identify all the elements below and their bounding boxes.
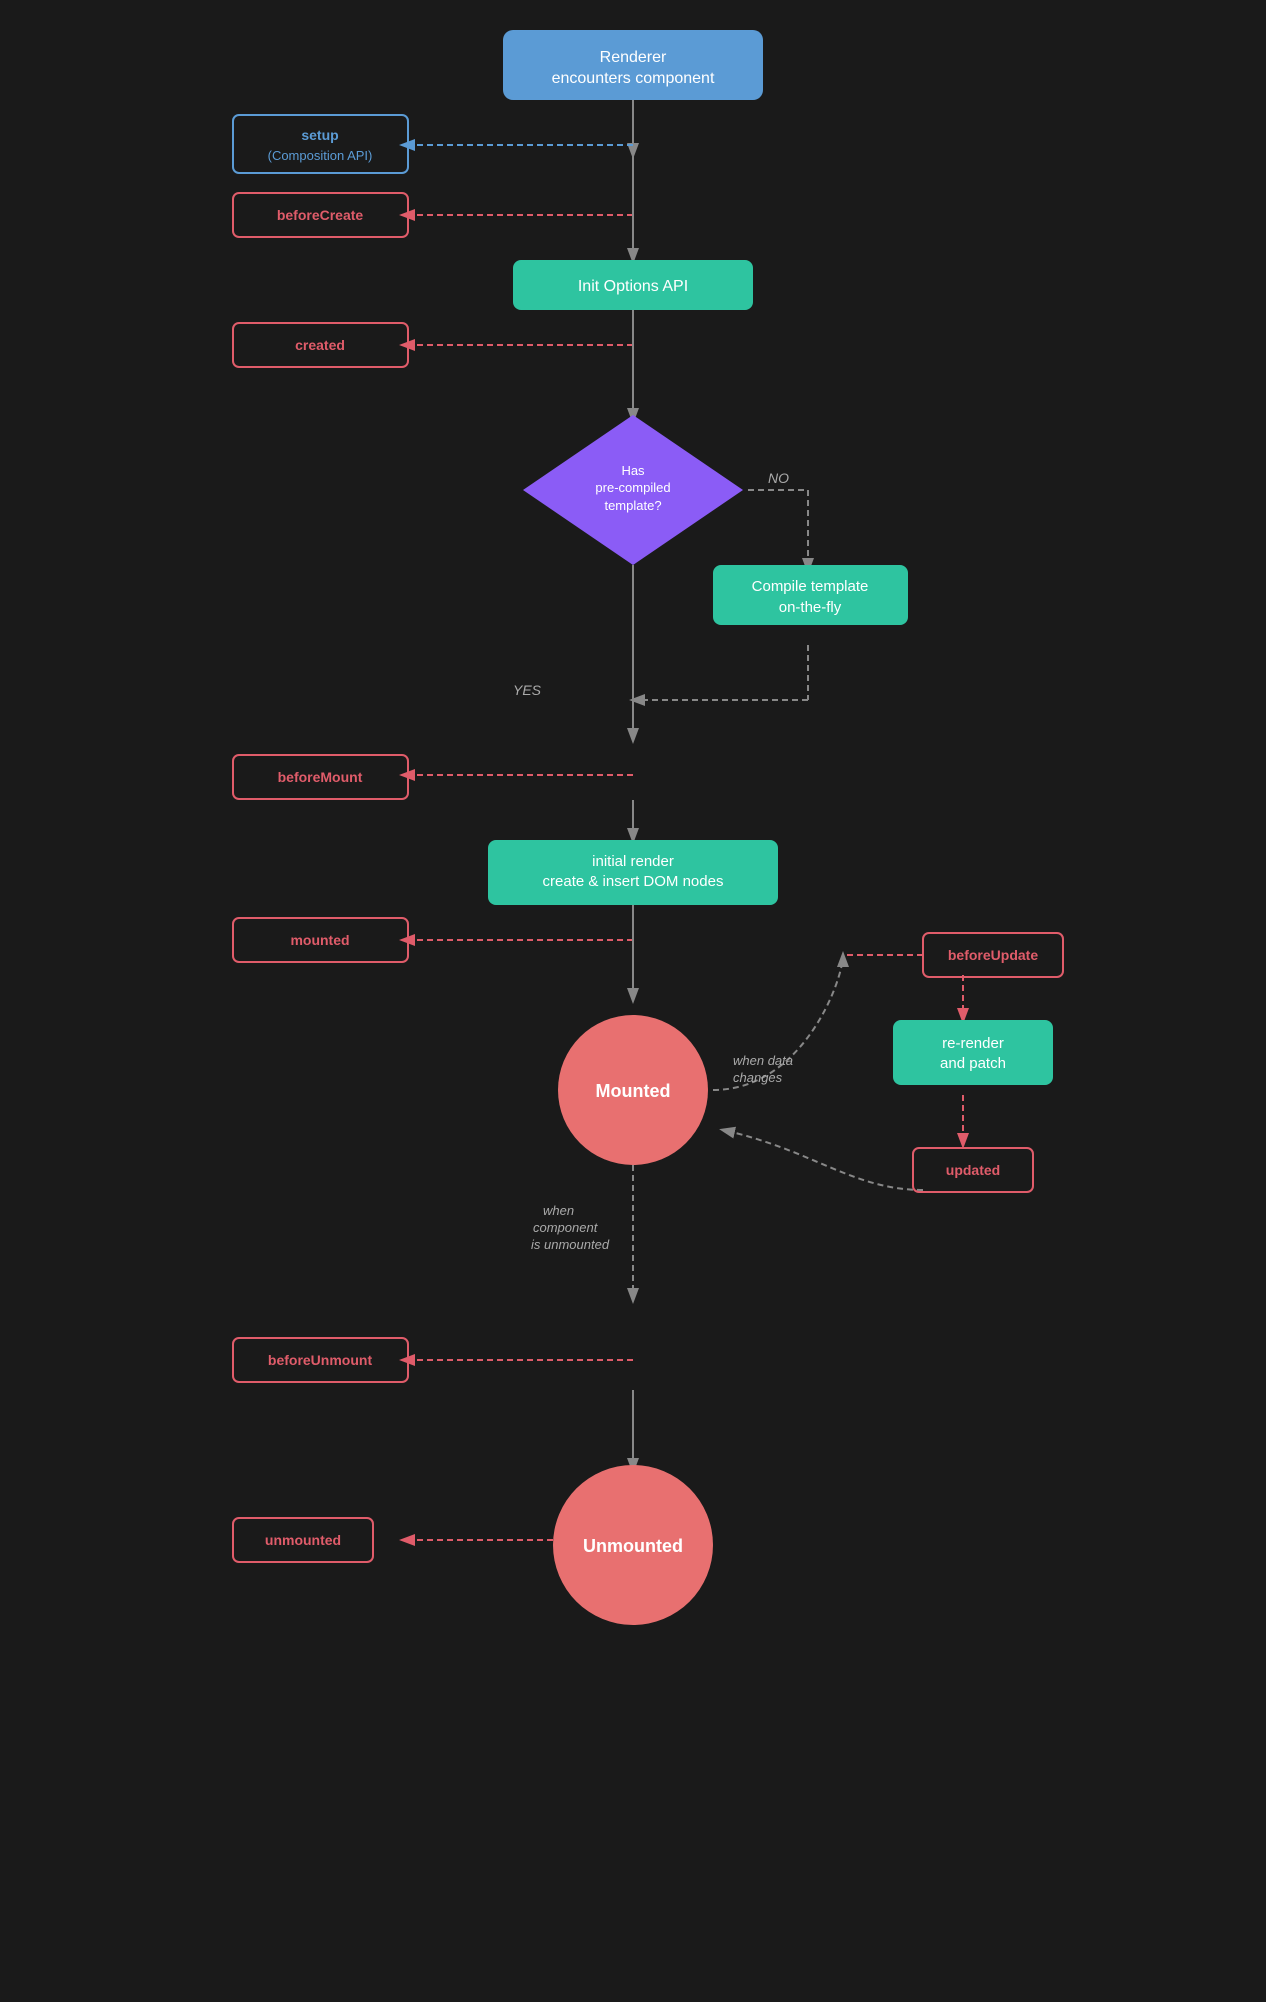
diagram-svg: NO YES when data changes when component … <box>203 0 1063 2002</box>
when-unmounted-label1: when <box>543 1203 574 1218</box>
unmounted-text: Unmounted <box>583 1536 683 1556</box>
rerender-box <box>893 1020 1053 1085</box>
initial-render-text2: create & insert DOM nodes <box>543 873 724 890</box>
when-data-changes-label2: changes <box>733 1070 783 1085</box>
compile-template-text2: on-the-fly <box>779 599 842 616</box>
has-template-text2: pre-compiled <box>595 480 670 495</box>
renderer-text1: Renderer <box>600 49 667 66</box>
mounted-hook-text: mounted <box>290 932 349 948</box>
when-data-changes-label: when data <box>733 1053 793 1068</box>
has-template-text3: template? <box>604 498 661 513</box>
when-unmounted-label3: is unmounted <box>531 1237 610 1252</box>
mounted-text: Mounted <box>596 1081 671 1101</box>
when-unmounted-label2: component <box>533 1220 599 1235</box>
renderer-text2: encounters component <box>552 70 715 87</box>
before-mount-text: beforeMount <box>278 769 363 785</box>
before-unmount-text: beforeUnmount <box>268 1352 373 1368</box>
compile-template-box <box>713 565 908 625</box>
diagram-container: NO YES when data changes when component … <box>203 0 1063 2002</box>
created-text: created <box>295 337 345 353</box>
unmounted-hook-text: unmounted <box>265 1532 341 1548</box>
before-update-text: beforeUpdate <box>948 947 1038 963</box>
updated-text: updated <box>946 1162 1000 1178</box>
setup-text1: setup <box>301 127 338 143</box>
compile-template-text1: Compile template <box>752 578 869 595</box>
initial-render-text1: initial render <box>592 853 674 870</box>
setup-text2: (Composition API) <box>268 148 373 163</box>
before-create-text: beforeCreate <box>277 207 364 223</box>
rerender-text1: re-render <box>942 1035 1004 1052</box>
has-template-text1: Has <box>621 463 645 478</box>
no-label: NO <box>768 470 789 486</box>
rerender-text2: and patch <box>940 1055 1006 1072</box>
yes-label: YES <box>513 682 542 698</box>
init-options-text: Init Options API <box>578 278 688 295</box>
setup-box <box>233 115 408 173</box>
